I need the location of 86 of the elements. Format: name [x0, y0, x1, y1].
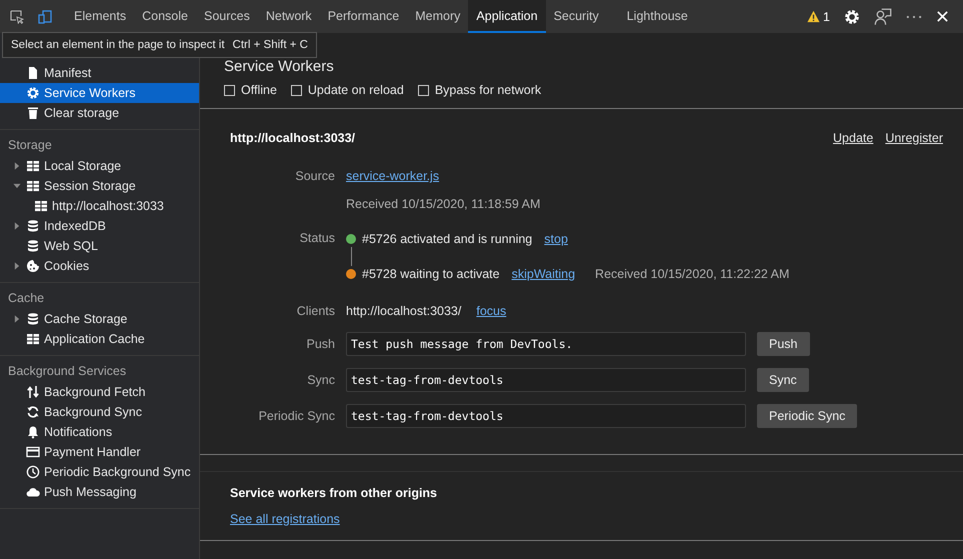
- input-field[interactable]: Test push message from DevTools.: [346, 332, 746, 356]
- grid-icon: [26, 159, 40, 173]
- sidebar-item[interactable]: Periodic Background Sync: [0, 462, 199, 482]
- database-icon: [26, 312, 40, 326]
- checkbox[interactable]: Bypass for network: [418, 83, 542, 97]
- button[interactable]: Periodic Sync: [757, 404, 858, 428]
- section-header: Storage: [7, 137, 52, 154]
- more-icon: [906, 14, 922, 18]
- link[interactable]: See all registrations: [230, 512, 340, 526]
- tab[interactable]: Sources: [196, 0, 258, 33]
- warning-count[interactable]: 1: [823, 10, 830, 24]
- sidebar-item[interactable]: Application Cache: [0, 329, 199, 349]
- tooltip-text: Select an element in the page to inspect it: [11, 39, 225, 51]
- grid-icon: [34, 199, 48, 213]
- tab[interactable]: Elements: [66, 0, 134, 33]
- sidebar-item[interactable]: Service Workers: [0, 83, 199, 103]
- tab[interactable]: Network: [258, 0, 320, 33]
- link[interactable]: Unregister: [885, 131, 943, 145]
- origin-url: http://localhost:3033/: [230, 131, 356, 145]
- input-field[interactable]: test-tag-from-devtools: [346, 368, 746, 392]
- grid-icon: [26, 179, 40, 193]
- tab[interactable]: Console: [134, 0, 196, 33]
- page-title: Service Workers: [224, 58, 334, 76]
- settings-icon: [844, 8, 860, 24]
- feedback-icon: [874, 8, 892, 26]
- sidebar-item[interactable]: Background Fetch: [0, 382, 199, 402]
- sidebar-item[interactable]: Local Storage: [0, 156, 199, 176]
- close-icon: [936, 10, 949, 23]
- sidebar-item[interactable]: Cookies: [0, 256, 199, 276]
- tab[interactable]: Security: [546, 0, 607, 33]
- trash-icon: [26, 106, 40, 120]
- sidebar-item[interactable]: Manifest: [0, 63, 199, 83]
- button[interactable]: Sync: [757, 368, 809, 392]
- button[interactable]: Push: [757, 332, 810, 356]
- link[interactable]: stop: [544, 232, 568, 246]
- database-icon: [26, 239, 40, 253]
- sidebar-item[interactable]: http://localhost:3033: [0, 196, 199, 216]
- field-label: Status: [300, 231, 335, 245]
- tab[interactable]: Memory: [407, 0, 468, 33]
- grid-icon: [26, 332, 40, 346]
- link[interactable]: skipWaiting: [512, 267, 576, 281]
- file-icon: [26, 66, 40, 80]
- shortcut-text: Ctrl + Shift + C: [232, 39, 308, 51]
- received-time: Received 10/15/2020, 11:18:59 AM: [346, 197, 540, 211]
- received-time: Received 10/15/2020, 11:22:22 AM: [595, 267, 790, 281]
- sidebar-item[interactable]: Clear storage: [0, 103, 199, 123]
- cloud-icon: [26, 485, 40, 499]
- cookie-icon: [26, 259, 40, 273]
- link[interactable]: Update: [833, 131, 874, 145]
- field-label: Source: [295, 169, 335, 183]
- section-title: Service workers from other origins: [230, 486, 438, 500]
- section-header: Cache: [7, 290, 44, 307]
- link[interactable]: service-worker.js: [346, 169, 440, 183]
- sidebar-item[interactable]: Notifications: [0, 422, 199, 442]
- sidebar-item[interactable]: IndexedDB: [0, 216, 199, 236]
- link[interactable]: focus: [476, 304, 506, 318]
- sidebar-item[interactable]: Background Sync: [0, 402, 199, 422]
- input-field[interactable]: test-tag-from-devtools: [346, 404, 746, 428]
- field-label: Clients: [296, 304, 335, 318]
- clock-icon: [26, 465, 40, 479]
- settings-icon: [26, 86, 40, 100]
- up-down-arrows-icon: [26, 385, 40, 399]
- sidebar-item[interactable]: Session Storage: [0, 176, 199, 196]
- device-icon: [38, 10, 52, 24]
- database-icon: [26, 219, 40, 233]
- field-label: Push: [306, 337, 335, 351]
- tab[interactable]: Application: [468, 0, 546, 33]
- inspect-icon: [10, 10, 24, 24]
- checkbox[interactable]: Offline: [224, 83, 277, 97]
- field-label: Periodic Sync: [258, 409, 335, 423]
- tab[interactable]: Performance: [320, 0, 408, 33]
- section-header: Background Services: [7, 363, 126, 380]
- bell-icon: [26, 425, 40, 439]
- warning-icon: [807, 10, 820, 23]
- status-text: #5728 waiting to activate: [362, 267, 500, 281]
- card-icon: [26, 445, 40, 459]
- sidebar-item[interactable]: Web SQL: [0, 236, 199, 256]
- field-label: Sync: [307, 373, 335, 387]
- sidebar-item[interactable]: Payment Handler: [0, 442, 199, 462]
- status-text: #5726 activated and is running: [362, 232, 532, 246]
- sidebar-item[interactable]: Push Messaging: [0, 482, 199, 502]
- sync-icon: [26, 405, 40, 419]
- client-url: http://localhost:3033/: [346, 304, 462, 318]
- sidebar-item[interactable]: Cache Storage: [0, 309, 199, 329]
- checkbox[interactable]: Update on reload: [290, 83, 404, 97]
- tab[interactable]: Lighthouse: [606, 0, 708, 33]
